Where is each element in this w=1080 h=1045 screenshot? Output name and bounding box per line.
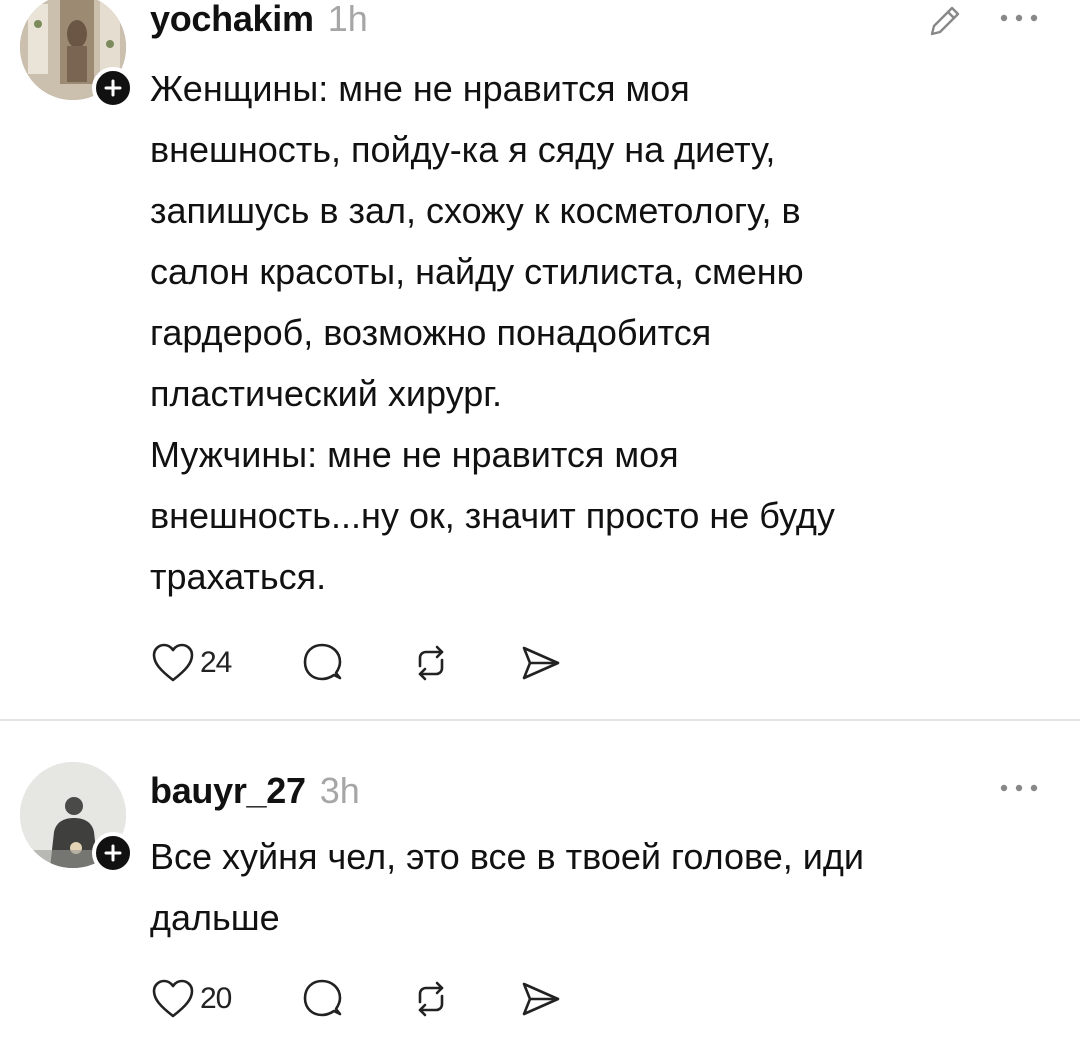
timestamp: 1h [327, 0, 368, 39]
comment-icon [303, 643, 342, 681]
reply-button[interactable] [300, 976, 408, 1022]
repost-button[interactable] [408, 640, 518, 686]
share-button[interactable] [518, 976, 564, 1022]
post-text: Все хуйня чел, это все в твоей голове, и… [150, 836, 865, 938]
repost-button[interactable] [408, 976, 518, 1022]
like-count: 24 [200, 646, 232, 679]
heart-icon [152, 979, 194, 1018]
post-text: Женщины: мне не нравится моя внешность, … [150, 68, 835, 597]
repost-icon [418, 645, 444, 681]
share-icon [522, 646, 560, 680]
share-button[interactable] [518, 640, 564, 686]
divider [0, 719, 1080, 721]
share-icon [522, 982, 560, 1016]
post-actions: 20 [150, 976, 564, 1022]
repost-icon [418, 981, 444, 1017]
heart-icon [152, 643, 194, 682]
like-count: 20 [200, 982, 232, 1015]
username[interactable]: bauyr_27 [150, 770, 306, 812]
timestamp: 3h [319, 770, 360, 811]
post-actions: 24 [150, 640, 564, 686]
reply-button[interactable] [300, 640, 408, 686]
like-button[interactable]: 20 [150, 976, 300, 1022]
more-icon[interactable] [996, 10, 1042, 26]
like-button[interactable]: 24 [150, 640, 300, 686]
post-header: yochakim 1h [150, 0, 368, 40]
pencil-icon[interactable] [924, 0, 966, 42]
username[interactable]: yochakim [150, 0, 314, 40]
more-icon[interactable] [996, 780, 1042, 796]
follow-button[interactable] [92, 832, 134, 874]
plus-icon [104, 844, 122, 862]
follow-button[interactable] [92, 67, 134, 109]
post-header: bauyr_27 3h [150, 770, 360, 812]
plus-icon [104, 79, 122, 97]
comment-icon [303, 979, 342, 1017]
